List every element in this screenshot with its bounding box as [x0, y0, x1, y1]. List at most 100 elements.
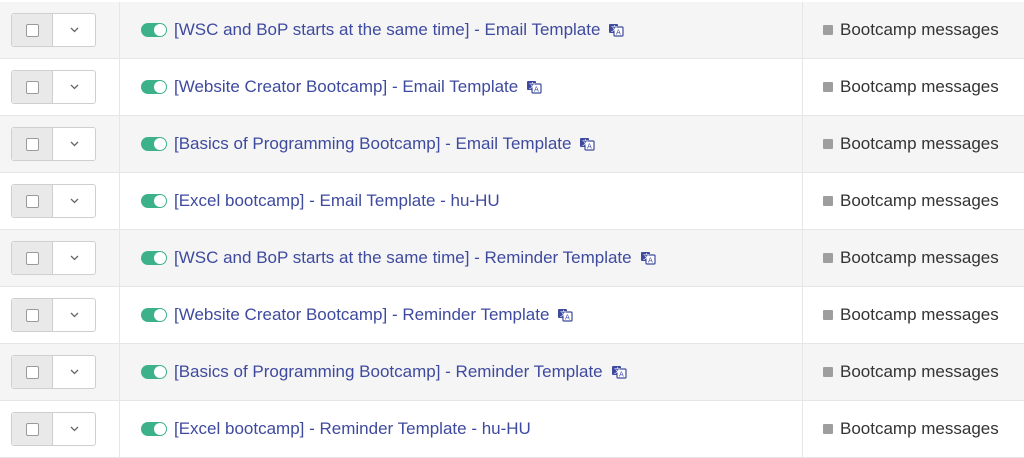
checkbox[interactable]: [25, 194, 39, 208]
checkbox[interactable]: [25, 365, 39, 379]
row-actions-dropdown[interactable]: [53, 185, 95, 217]
translate-icon[interactable]: 文A: [579, 136, 596, 152]
checkbox[interactable]: [25, 251, 39, 265]
category-color-square: [823, 82, 833, 92]
table-row: [Excel bootcamp] - Email Template - hu-H…: [0, 173, 1024, 230]
select-checkbox-button[interactable]: [12, 14, 53, 46]
category-color-square: [823, 196, 833, 206]
row-select-cell: [0, 401, 120, 457]
template-name-link[interactable]: [Basics of Programming Bootcamp] - Remin…: [174, 362, 603, 382]
category-label: Bootcamp messages: [840, 20, 999, 39]
select-checkbox-button[interactable]: [12, 185, 53, 217]
category-label: Bootcamp messages: [840, 419, 999, 438]
category-cell: Bootcamp messages: [803, 116, 1024, 172]
template-name-link[interactable]: [Website Creator Bootcamp] - Reminder Te…: [174, 305, 549, 325]
svg-text:A: A: [565, 314, 570, 322]
select-checkbox-button[interactable]: [12, 356, 53, 388]
select-checkbox-button[interactable]: [12, 71, 53, 103]
row-action-group: [11, 412, 96, 446]
translate-icon[interactable]: 文A: [611, 364, 627, 380]
name-cell: [WSC and BoP starts at the same time] - …: [120, 2, 803, 58]
checkbox[interactable]: [25, 422, 39, 436]
active-toggle[interactable]: [141, 422, 167, 436]
category-color-square: [823, 310, 833, 320]
row-action-group: [11, 184, 96, 218]
active-toggle[interactable]: [141, 365, 167, 379]
category-cell: Bootcamp messages: [803, 287, 1024, 343]
category-cell: Bootcamp messages: [803, 230, 1024, 286]
category-label: Bootcamp messages: [840, 134, 999, 153]
template-table: [WSC and BoP starts at the same time] - …: [0, 0, 1024, 458]
row-actions-dropdown[interactable]: [53, 242, 95, 274]
active-toggle[interactable]: [141, 308, 167, 322]
translate-icon[interactable]: 文A: [526, 79, 542, 95]
category-color-square: [823, 367, 833, 377]
name-cell: [WSC and BoP starts at the same time] - …: [120, 230, 803, 286]
name-cell: [Excel bootcamp] - Email Template - hu-H…: [120, 173, 803, 229]
select-checkbox-button[interactable]: [12, 413, 53, 445]
svg-text:A: A: [648, 257, 653, 265]
chevron-down-icon: [70, 426, 78, 432]
active-toggle[interactable]: [141, 137, 167, 151]
template-name-link[interactable]: [Website Creator Bootcamp] - Email Templ…: [174, 77, 518, 97]
row-actions-dropdown[interactable]: [53, 14, 95, 46]
table-row: [Excel bootcamp] - Reminder Template - h…: [0, 401, 1024, 458]
chevron-down-icon: [70, 84, 78, 90]
table-row: [Website Creator Bootcamp] - Email Templ…: [0, 59, 1024, 116]
translate-icon[interactable]: 文A: [557, 307, 574, 323]
name-cell: [Website Creator Bootcamp] - Reminder Te…: [120, 287, 803, 343]
chevron-down-icon: [70, 255, 78, 261]
row-select-cell: [0, 59, 120, 115]
category-color-square: [823, 253, 833, 263]
row-select-cell: [0, 2, 120, 58]
chevron-down-icon: [70, 369, 78, 375]
table-row: [WSC and BoP starts at the same time] - …: [0, 2, 1024, 59]
checkbox[interactable]: [25, 308, 39, 322]
active-toggle[interactable]: [141, 80, 167, 94]
row-select-cell: [0, 173, 120, 229]
template-name-link[interactable]: [Basics of Programming Bootcamp] - Email…: [174, 134, 571, 154]
row-actions-dropdown[interactable]: [53, 413, 95, 445]
template-name-link[interactable]: [Excel bootcamp] - Reminder Template - h…: [174, 419, 531, 439]
template-name-link[interactable]: [WSC and BoP starts at the same time] - …: [174, 20, 600, 40]
translate-icon[interactable]: 文A: [640, 250, 656, 266]
row-select-cell: [0, 287, 120, 343]
category-cell: Bootcamp messages: [803, 344, 1024, 400]
select-checkbox-button[interactable]: [12, 242, 53, 274]
active-toggle[interactable]: [141, 251, 167, 265]
name-cell: [Basics of Programming Bootcamp] - Email…: [120, 116, 803, 172]
name-cell: [Basics of Programming Bootcamp] - Remin…: [120, 344, 803, 400]
row-action-group: [11, 298, 96, 332]
row-actions-dropdown[interactable]: [53, 356, 95, 388]
template-name-link[interactable]: [WSC and BoP starts at the same time] - …: [174, 248, 632, 268]
chevron-down-icon: [70, 27, 78, 33]
chevron-down-icon: [70, 141, 78, 147]
svg-text:A: A: [534, 86, 539, 94]
row-action-group: [11, 355, 96, 389]
svg-text:A: A: [619, 371, 624, 379]
category-cell: Bootcamp messages: [803, 401, 1024, 457]
category-label: Bootcamp messages: [840, 191, 999, 210]
row-action-group: [11, 70, 96, 104]
checkbox[interactable]: [25, 80, 39, 94]
row-actions-dropdown[interactable]: [53, 128, 95, 160]
select-checkbox-button[interactable]: [12, 299, 53, 331]
row-select-cell: [0, 116, 120, 172]
active-toggle[interactable]: [141, 23, 167, 37]
category-label: Bootcamp messages: [840, 77, 999, 96]
name-cell: [Website Creator Bootcamp] - Email Templ…: [120, 59, 803, 115]
checkbox[interactable]: [25, 23, 39, 37]
translate-icon[interactable]: 文A: [608, 22, 625, 38]
category-cell: Bootcamp messages: [803, 173, 1024, 229]
active-toggle[interactable]: [141, 194, 167, 208]
row-action-group: [11, 241, 96, 275]
category-label: Bootcamp messages: [840, 362, 999, 381]
select-checkbox-button[interactable]: [12, 128, 53, 160]
row-action-group: [11, 127, 96, 161]
template-name-link[interactable]: [Excel bootcamp] - Email Template - hu-H…: [174, 191, 500, 211]
row-actions-dropdown[interactable]: [53, 71, 95, 103]
chevron-down-icon: [70, 198, 78, 204]
table-row: [Basics of Programming Bootcamp] - Remin…: [0, 344, 1024, 401]
row-actions-dropdown[interactable]: [53, 299, 95, 331]
checkbox[interactable]: [25, 137, 39, 151]
